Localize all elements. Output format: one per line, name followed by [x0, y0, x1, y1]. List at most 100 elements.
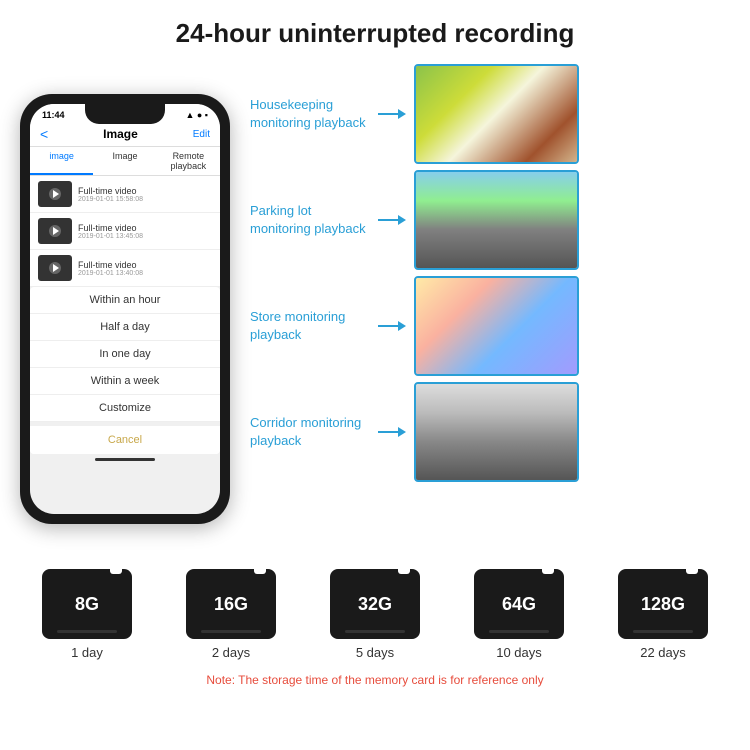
connector-arrow-1	[398, 109, 406, 119]
phone-nav-bar: < Image Edit	[30, 122, 220, 147]
phone-tab-image[interactable]: image	[30, 147, 93, 175]
sdcard-64g: 64G	[474, 569, 564, 639]
dropdown-item-oneday[interactable]: In one day	[30, 341, 220, 368]
phone-list: Full-time video 2019-01-01 15:58:08 Full…	[30, 176, 220, 287]
sdcard-item-64g: 64G 10 days	[474, 569, 564, 660]
connector-line-3	[378, 325, 398, 327]
sdcard-64g-days: 10 days	[496, 645, 542, 660]
connector-housekeeping	[378, 109, 406, 119]
sdcard-128g-days: 22 days	[640, 645, 686, 660]
phone-screen: 11:44 ▲ ● ▪ < Image Edit image Image Rem…	[30, 104, 220, 514]
sdcard-32g-days: 5 days	[356, 645, 394, 660]
housekeeping-photo	[416, 66, 577, 162]
sdcard-128g: 128G	[618, 569, 708, 639]
list-date-1: 2019-01-01 15:58:08	[78, 196, 212, 203]
list-thumb-3	[38, 255, 72, 281]
monitoring-label-corridor: Corridor monitoringplayback	[250, 414, 370, 450]
sdcard-8g-label: 8G	[75, 594, 99, 615]
connector-line-1	[378, 113, 398, 115]
page-title: 24-hour uninterrupted recording	[20, 18, 730, 49]
phone-icons: ▲ ● ▪	[185, 110, 208, 120]
connector-line-4	[378, 431, 398, 433]
sdcard-128g-label: 128G	[641, 594, 685, 615]
phone-notch	[85, 104, 165, 124]
phone-dropdown: Within an hour Half a day In one day Wit…	[30, 287, 220, 454]
main-content: 11:44 ▲ ● ▪ < Image Edit image Image Rem…	[0, 59, 750, 559]
phone-tab-remote[interactable]: Remote playback	[157, 147, 220, 175]
sdcard-row: 8G 1 day 16G 2 days 32G 5 days 64G 10 da…	[15, 569, 735, 660]
sdcard-8g: 8G	[42, 569, 132, 639]
monitoring-image-housekeeping	[414, 64, 579, 164]
phone-home-indicator	[95, 458, 155, 461]
connector-arrow-2	[398, 215, 406, 225]
phone-tab-image2[interactable]: Image	[93, 147, 156, 175]
list-info-2: Full-time video 2019-01-01 13:45:08	[78, 223, 212, 240]
monitoring-container: Housekeepingmonitoring playback Parking …	[250, 59, 740, 559]
connector-parking	[378, 215, 406, 225]
list-info-1: Full-time video 2019-01-01 15:58:08	[78, 186, 212, 203]
note-text: Note: The storage time of the memory car…	[15, 668, 735, 692]
corridor-photo	[416, 384, 577, 480]
list-thumb-1	[38, 181, 72, 207]
list-date-3: 2019-01-01 13:40:08	[78, 270, 212, 277]
dropdown-item-week[interactable]: Within a week	[30, 368, 220, 395]
list-date-2: 2019-01-01 13:45:08	[78, 233, 212, 240]
play-icon-1	[49, 188, 61, 200]
list-thumb-2	[38, 218, 72, 244]
list-title-2: Full-time video	[78, 223, 212, 233]
sdcard-item-128g: 128G 22 days	[618, 569, 708, 660]
phone-time: 11:44	[42, 110, 65, 120]
play-icon-3	[49, 262, 61, 274]
monitoring-label-store: Store monitoringplayback	[250, 308, 370, 344]
connector-arrow-4	[398, 427, 406, 437]
sdcard-item-16g: 16G 2 days	[186, 569, 276, 660]
monitoring-image-parking	[414, 170, 579, 270]
sdcard-32g-label: 32G	[358, 594, 392, 615]
connector-store	[378, 321, 406, 331]
page-header: 24-hour uninterrupted recording	[0, 0, 750, 59]
monitoring-item-housekeeping: Housekeepingmonitoring playback	[250, 64, 740, 164]
monitoring-label-housekeeping: Housekeepingmonitoring playback	[250, 96, 370, 132]
store-photo	[416, 278, 577, 374]
parking-photo	[416, 172, 577, 268]
phone-nav-title: Image	[103, 127, 138, 141]
connector-line-2	[378, 219, 398, 221]
phone-container: 11:44 ▲ ● ▪ < Image Edit image Image Rem…	[10, 59, 240, 559]
list-item[interactable]: Full-time video 2019-01-01 13:40:08	[30, 250, 220, 287]
monitoring-item-parking: Parking lotmonitoring playback	[250, 170, 740, 270]
corridor-label-text: Corridor monitoringplayback	[250, 415, 361, 448]
sdcard-16g: 16G	[186, 569, 276, 639]
dropdown-cancel-button[interactable]: Cancel	[30, 422, 220, 454]
phone-mockup: 11:44 ▲ ● ▪ < Image Edit image Image Rem…	[20, 94, 230, 524]
monitoring-label-parking: Parking lotmonitoring playback	[250, 202, 370, 238]
dropdown-item-halfday[interactable]: Half a day	[30, 314, 220, 341]
sdcard-32g: 32G	[330, 569, 420, 639]
list-title-3: Full-time video	[78, 260, 212, 270]
phone-back-button[interactable]: <	[40, 126, 48, 142]
housekeeping-label-text: Housekeepingmonitoring playback	[250, 97, 366, 130]
store-label-text: Store monitoringplayback	[250, 309, 345, 342]
sdcard-item-32g: 32G 5 days	[330, 569, 420, 660]
parking-label-text: Parking lotmonitoring playback	[250, 203, 366, 236]
phone-edit-button[interactable]: Edit	[193, 129, 210, 140]
dropdown-item-hour[interactable]: Within an hour	[30, 287, 220, 314]
sdcard-64g-label: 64G	[502, 594, 536, 615]
monitoring-image-store	[414, 276, 579, 376]
list-item[interactable]: Full-time video 2019-01-01 15:58:08	[30, 176, 220, 213]
monitoring-item-corridor: Corridor monitoringplayback	[250, 382, 740, 482]
connector-arrow-3	[398, 321, 406, 331]
sdcard-section: 8G 1 day 16G 2 days 32G 5 days 64G 10 da…	[0, 559, 750, 697]
list-title-1: Full-time video	[78, 186, 212, 196]
sdcard-8g-days: 1 day	[71, 645, 103, 660]
monitoring-image-corridor	[414, 382, 579, 482]
sdcard-item-8g: 8G 1 day	[42, 569, 132, 660]
phone-tabs: image Image Remote playback	[30, 147, 220, 176]
play-icon-2	[49, 225, 61, 237]
monitoring-item-store: Store monitoringplayback	[250, 276, 740, 376]
list-item[interactable]: Full-time video 2019-01-01 13:45:08	[30, 213, 220, 250]
sdcard-16g-label: 16G	[214, 594, 248, 615]
sdcard-16g-days: 2 days	[212, 645, 250, 660]
dropdown-item-customize[interactable]: Customize	[30, 395, 220, 422]
list-info-3: Full-time video 2019-01-01 13:40:08	[78, 260, 212, 277]
connector-corridor	[378, 427, 406, 437]
